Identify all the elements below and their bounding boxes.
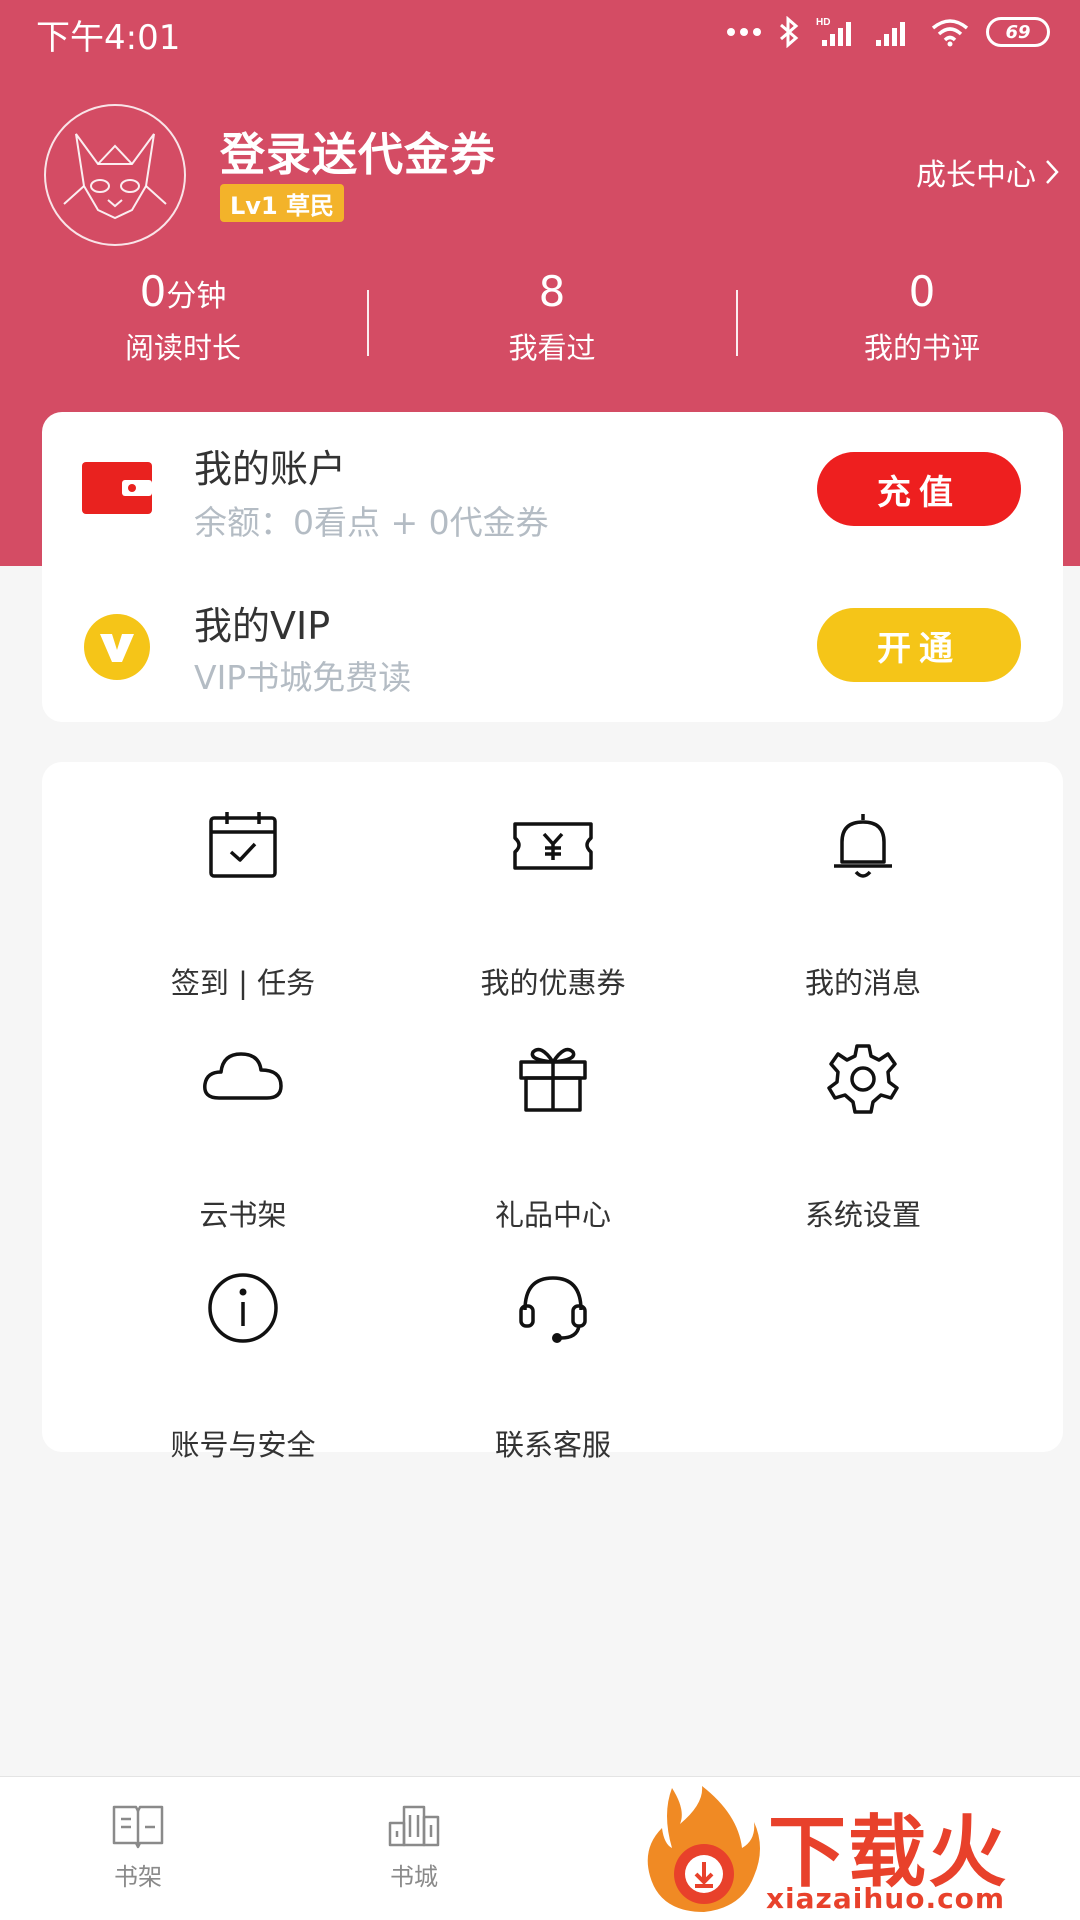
account-card: 我的账户 余额：0看点 + 0代金券 充值 我的VIP VIP书城免费读 开通 <box>42 412 1063 722</box>
grid-label: 账号与安全 <box>170 1428 316 1462</box>
stat-unit: 分钟 <box>166 279 227 314</box>
bell-icon <box>834 814 892 878</box>
wallet-icon <box>82 462 152 514</box>
grid-label: 礼品中心 <box>494 1198 611 1232</box>
nav-item-bookstore[interactable]: 书城 <box>354 1803 474 1892</box>
growth-center-link[interactable]: 成长中心 <box>916 150 1060 194</box>
stat-label: 阅读时长 <box>124 331 241 365</box>
stat-value: 8 <box>538 267 566 316</box>
grid-label: 云书架 <box>199 1198 287 1232</box>
grid-item-coupons[interactable]: 我的优惠券 <box>388 810 718 1000</box>
wifi-icon <box>931 19 969 47</box>
status-time: 下午4:01 <box>36 18 181 58</box>
signal-icon <box>876 22 905 46</box>
watermark-url: xiazaihuo.com <box>766 1882 1006 1915</box>
bluetooth-icon <box>780 16 799 48</box>
stat-label: 我看过 <box>508 331 596 365</box>
grid-item-gift-center[interactable]: 礼品中心 <box>388 1042 718 1232</box>
stat-divider <box>367 290 369 356</box>
fox-avatar-icon <box>63 133 167 220</box>
recharge-button[interactable]: 充值 <box>817 452 1021 526</box>
account-title: 我的账户 <box>194 447 347 491</box>
calendar-check-icon <box>209 812 277 878</box>
buildings-icon <box>388 1805 440 1847</box>
nav-label: 书架 <box>114 1863 162 1891</box>
more-dots-icon <box>727 28 761 36</box>
grid-item-checkin[interactable]: 签到 | 任务 <box>78 810 408 1000</box>
vip-row[interactable]: 我的VIP VIP书城免费读 开通 <box>42 567 1063 722</box>
account-row[interactable]: 我的账户 余额：0看点 + 0代金券 充值 <box>42 412 1063 567</box>
stat-viewed[interactable]: 8 我看过 <box>422 268 682 367</box>
status-bar: 下午4:01 HD 69 <box>0 0 1080 64</box>
grid-label: 联系客服 <box>494 1428 611 1462</box>
info-icon <box>208 1273 278 1343</box>
headset-icon <box>519 1276 587 1343</box>
level-badge: Lv1 草民 <box>220 184 344 222</box>
stat-value: 0 <box>139 267 167 316</box>
grid-item-account-security[interactable]: 账号与安全 <box>78 1272 408 1462</box>
coupon-icon <box>513 822 593 870</box>
grid-item-settings[interactable]: 系统设置 <box>698 1042 1028 1232</box>
grid-label: 签到 | 任务 <box>170 966 316 1000</box>
signal-hd-icon: HD <box>816 17 851 46</box>
cloud-icon <box>203 1052 283 1100</box>
nav-label: 书城 <box>390 1863 438 1891</box>
book-icon <box>112 1805 164 1849</box>
open-vip-button[interactable]: 开通 <box>817 608 1021 682</box>
watermark: 下载火 xiazaihuo.com <box>640 1780 1080 1920</box>
vip-subtitle: VIP书城免费读 <box>194 658 412 697</box>
grid-item-customer-service[interactable]: 联系客服 <box>388 1272 718 1462</box>
avatar[interactable] <box>44 104 186 246</box>
fire-logo-icon <box>647 1786 760 1912</box>
feature-grid: 签到 | 任务 我的优惠券 我的消息 云书架 礼品中心 系统设置 账号与安全 联… <box>42 762 1063 1462</box>
nav-item-bookshelf[interactable]: 书架 <box>78 1803 198 1892</box>
grid-item-messages[interactable]: 我的消息 <box>698 810 1028 1000</box>
vip-title: 我的VIP <box>194 604 331 648</box>
login-prompt[interactable]: 登录送代金券 <box>220 118 496 183</box>
grid-label: 我的优惠券 <box>480 966 626 1000</box>
grid-label: 我的消息 <box>804 966 921 1000</box>
stat-label: 我的书评 <box>863 331 980 365</box>
stat-reading-time[interactable]: 0分钟 阅读时长 <box>53 268 313 367</box>
growth-center-label: 成长中心 <box>916 158 1036 193</box>
svg-text:HD: HD <box>816 17 830 28</box>
stat-reviews[interactable]: 0 我的书评 <box>792 268 1052 367</box>
battery-icon: 69 <box>986 17 1050 47</box>
stat-divider <box>736 290 738 356</box>
stats-row: 0分钟 阅读时长 8 我看过 0 我的书评 <box>0 268 1080 368</box>
gear-icon <box>827 1044 899 1114</box>
status-icons: HD 69 <box>726 14 1050 50</box>
stat-value: 0 <box>908 267 936 316</box>
grid-label: 系统设置 <box>804 1198 921 1232</box>
account-balance: 余额：0看点 + 0代金券 <box>194 503 549 542</box>
chevron-right-icon <box>1046 160 1059 184</box>
grid-item-cloud-shelf[interactable]: 云书架 <box>78 1042 408 1232</box>
vip-icon <box>84 614 150 680</box>
gift-icon <box>519 1047 587 1112</box>
